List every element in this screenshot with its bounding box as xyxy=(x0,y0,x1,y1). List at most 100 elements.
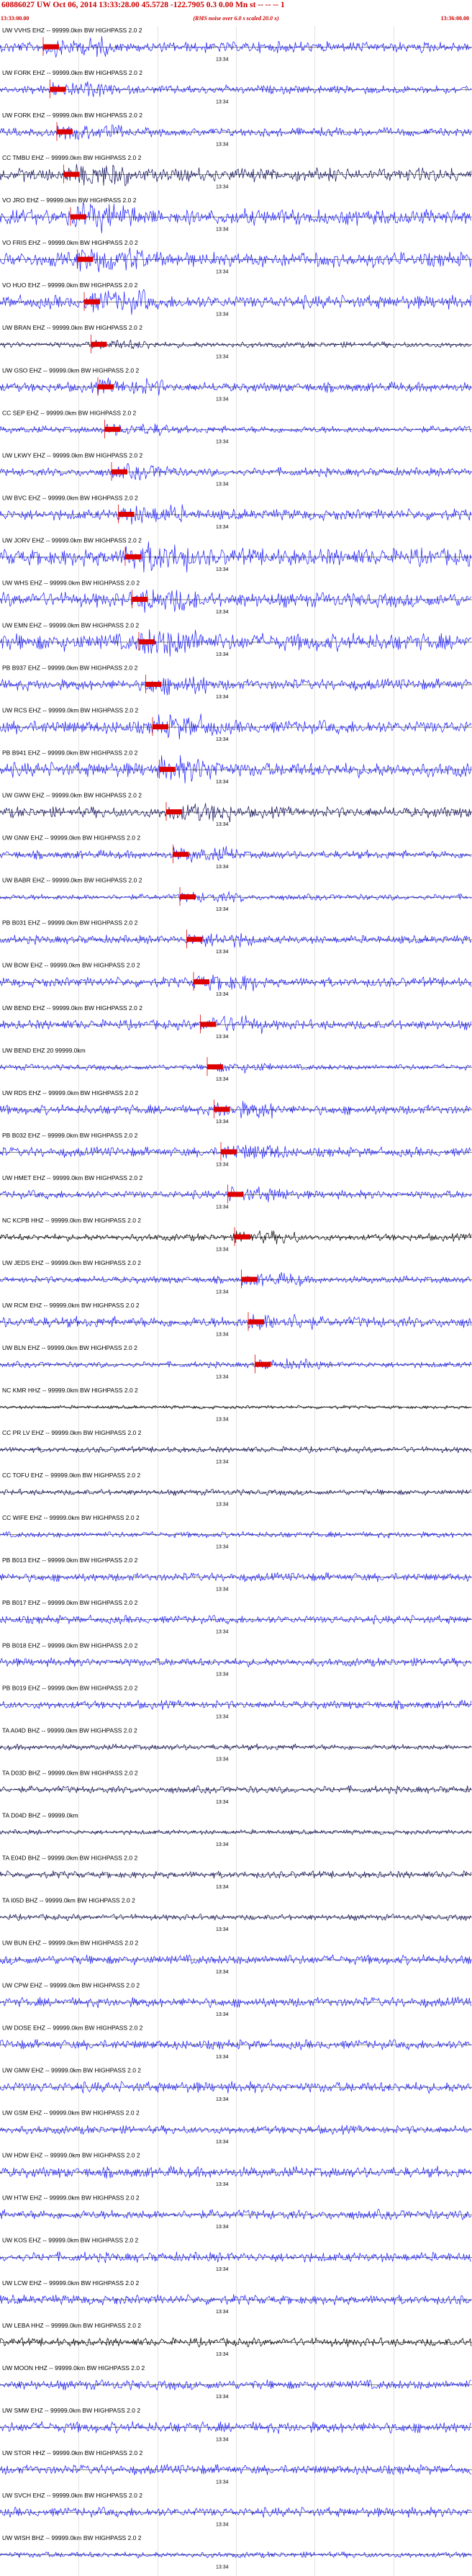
minute-mark-label: 13:34 xyxy=(216,525,229,530)
phase-pick-marker xyxy=(125,554,141,559)
minute-mark-label: 13:34 xyxy=(216,2267,229,2272)
station-label: UW LCW EHZ -- 99999.0km BW HIGHPASS 2.0 … xyxy=(2,2279,139,2287)
minute-mark-label: 13:34 xyxy=(216,2564,229,2570)
phase-pick-marker xyxy=(186,937,203,942)
minute-mark-label: 13:34 xyxy=(216,355,229,360)
phase-pick-marker xyxy=(227,1192,244,1197)
minute-mark-label: 13:34 xyxy=(216,440,229,445)
minute-mark-label: 13:34 xyxy=(216,950,229,955)
minute-mark-label: 13:34 xyxy=(216,1503,229,1508)
minute-mark-label: 13:34 xyxy=(216,1545,229,1550)
station-label: CC SEP EHZ -- 99999.0km BW HIGHPASS 2.0 … xyxy=(2,409,137,416)
minute-mark-label: 13:34 xyxy=(216,737,229,742)
minute-mark-label: 13:34 xyxy=(216,1757,229,1762)
station-label: PB B019 EHZ -- 99999.0km BW HIGHPASS 2.0… xyxy=(2,1684,138,1691)
station-label: CC WIFE EHZ -- 99999.0km BW HIGHPASS 2.0… xyxy=(2,1514,140,1521)
phase-pick-marker xyxy=(132,596,148,602)
minute-mark-label: 13:34 xyxy=(216,1842,229,1847)
minute-mark-label: 13:34 xyxy=(216,2225,229,2230)
phase-pick-marker xyxy=(91,341,107,347)
phase-pick-marker xyxy=(207,1064,223,1070)
waveform-trace xyxy=(0,1063,471,1074)
station-label: NC KMR HHZ -- 99999.0km BW HIGHPASS 2.0 … xyxy=(2,1387,138,1394)
waveform-trace xyxy=(0,463,472,481)
minute-mark-label: 13:34 xyxy=(216,1374,229,1379)
minute-mark-label: 13:34 xyxy=(216,2055,229,2060)
phase-pick-marker xyxy=(43,44,59,50)
phase-pick-marker xyxy=(153,724,168,730)
station-label: TA E04D BHZ -- 99999.0km BW HIGHPASS 2.0… xyxy=(2,1854,137,1861)
minute-mark-label: 13:34 xyxy=(216,1715,229,1720)
station-label: UW GNW EHZ -- 99999.0km BW HIGHPASS 2.0 … xyxy=(2,834,140,842)
waveform-trace xyxy=(0,339,472,349)
station-label: VO HUO EHZ -- 99999.0km BW HIGHPASS 2.0 … xyxy=(2,282,138,289)
waveform-trace xyxy=(0,755,472,784)
minute-mark-label: 13:34 xyxy=(216,567,229,572)
minute-mark-label: 13:34 xyxy=(216,1927,229,1932)
waveform-trace xyxy=(0,974,472,991)
waveform-trace xyxy=(0,2420,472,2434)
minute-mark-label: 13:34 xyxy=(216,2352,229,2357)
minute-mark-label: 13:34 xyxy=(216,270,229,275)
station-label: PB B013 EHZ -- 99999.0km BW HIGHPASS 2.0… xyxy=(2,1557,138,1564)
minute-mark-label: 13:34 xyxy=(216,2140,229,2145)
station-label: UW BEND EHZ 20 99999.0km xyxy=(2,1047,86,1054)
station-label: UW LKWY EHZ -- 99999.0km BW HIGHPASS 2.0… xyxy=(2,451,143,459)
station-label: PB B018 EHZ -- 99999.0km BW HIGHPASS 2.0… xyxy=(2,1641,138,1649)
minute-mark-label: 13:34 xyxy=(216,1204,229,1210)
station-label: UW WHS EHZ -- 99999.0km BW HIGHPASS 2.0 … xyxy=(2,579,140,586)
station-label: UW VVHS EHZ -- 99999.0km BW HIGHPASS 2.0… xyxy=(2,27,142,34)
waveform-trace xyxy=(0,377,472,396)
station-label: UW BUN EHZ -- 99999.0km BW HIGHPASS 2.0 … xyxy=(2,1940,139,1947)
minute-mark-label: 13:34 xyxy=(216,2395,229,2400)
waveform-trace xyxy=(0,81,472,97)
waveform-trace xyxy=(0,36,472,58)
station-label: UW BABR EHZ -- 99999.0km BW HIGHPASS 2.0… xyxy=(2,877,142,884)
minute-mark-label: 13:34 xyxy=(216,1077,229,1082)
station-label: UW GSO EHZ -- 99999.0km BW HIGHPASS 2.0 … xyxy=(2,366,139,374)
phase-pick-marker xyxy=(118,511,135,517)
phase-pick-marker xyxy=(166,809,182,815)
minute-mark-label: 13:34 xyxy=(216,695,229,700)
phase-pick-marker xyxy=(71,214,86,220)
station-label: TA D04D BHZ -- 99999.0km xyxy=(2,1811,78,1819)
minute-mark-label: 13:34 xyxy=(216,1247,229,1252)
phase-pick-marker xyxy=(145,682,162,688)
station-label: UW RDS EHZ -- 99999.0km BW HIGHPASS 2.0 … xyxy=(2,1089,139,1096)
end-time-label: 13:36:00.00 xyxy=(440,15,469,22)
station-label: UW HMET EHZ -- 99999.0km BW HIGHPASS 2.0… xyxy=(2,1174,143,1181)
rms-note: (RMS noise over 6.0 s scaled 20.0 x) xyxy=(193,15,279,22)
minute-mark-label: 13:34 xyxy=(216,99,229,104)
waveform-trace xyxy=(0,589,472,613)
minute-mark-label: 13:34 xyxy=(216,1035,229,1040)
phase-pick-marker xyxy=(194,979,209,985)
station-label: UW EMN EHZ -- 99999.0km BW HIGHPASS 2.0 … xyxy=(2,621,139,629)
station-label: PB B937 EHZ -- 99999.0km BW HIGHPASS 2.0… xyxy=(2,665,138,672)
phase-pick-marker xyxy=(214,1107,230,1112)
station-label: UW WISH BHZ -- 99999.0km BW HIGHPASS 2.0… xyxy=(2,2534,142,2541)
phase-pick-marker xyxy=(159,767,176,773)
phase-pick-marker xyxy=(139,639,155,644)
minute-mark-label: 13:34 xyxy=(216,1289,229,1294)
minute-mark-label: 13:34 xyxy=(216,2012,229,2017)
minute-mark-label: 13:34 xyxy=(216,1588,229,1593)
station-label: PB B017 EHZ -- 99999.0km BW HIGHPASS 2.0… xyxy=(2,1599,138,1606)
minute-mark-label: 13:34 xyxy=(216,2480,229,2485)
phase-pick-marker xyxy=(77,256,94,262)
station-label: UW HDW EHZ -- 99999.0km BW HIGHPASS 2.0 … xyxy=(2,2152,140,2159)
minute-mark-label: 13:34 xyxy=(216,992,229,997)
minute-mark-label: 13:34 xyxy=(216,822,229,827)
station-label: TA D03D BHZ -- 99999.0km BW HIGHPASS 2.0… xyxy=(2,1769,138,1776)
station-label: UW BVC EHZ -- 99999.0km BW HIGHPASS 2.0 … xyxy=(2,494,138,501)
minute-mark-label: 13:34 xyxy=(216,1970,229,1975)
minute-mark-label: 13:34 xyxy=(216,865,229,870)
station-label: UW GSM EHZ -- 99999.0km BW HIGHPASS 2.0 … xyxy=(2,2109,140,2117)
minute-mark-label: 13:34 xyxy=(216,1630,229,1635)
waveform-trace xyxy=(0,2208,472,2220)
minute-mark-label: 13:34 xyxy=(216,2437,229,2442)
waveform-trace xyxy=(0,932,472,948)
station-label: UW HTW EHZ -- 99999.0km BW HIGHPASS 2.0 … xyxy=(2,2194,140,2202)
minute-mark-label: 13:34 xyxy=(216,1417,229,1422)
minute-mark-label: 13:34 xyxy=(216,1672,229,1677)
phase-pick-marker xyxy=(104,426,121,432)
